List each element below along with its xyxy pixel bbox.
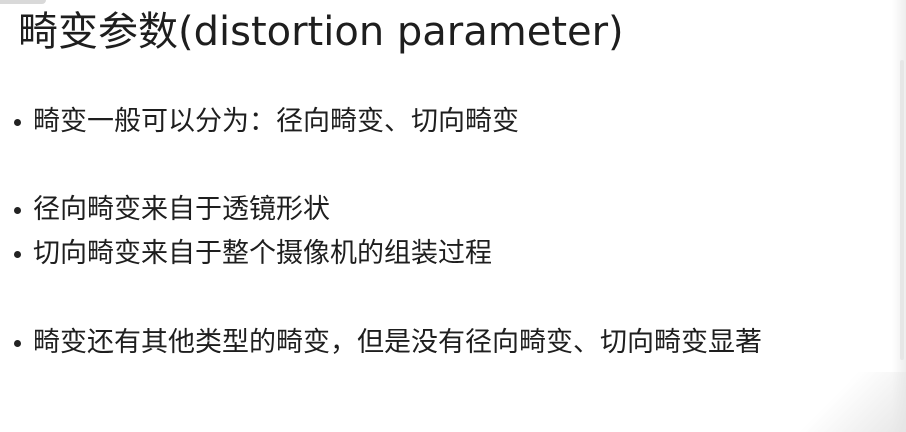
scrollbar-thumb[interactable]	[900, 60, 904, 360]
bullet-dot-icon	[14, 339, 21, 347]
slide-title: 畸变参数(distortion parameter)	[18, 9, 624, 55]
bullet-dot-icon	[14, 118, 21, 126]
bullet-item-1: 畸变一般可以分为：径向畸变、切向畸变	[14, 104, 519, 140]
bullet-text-4: 畸变还有其他类型的畸变，但是没有径向畸变、切向畸变显著	[33, 327, 762, 358]
corner-shadow	[786, 372, 906, 432]
scrollbar[interactable]	[892, 0, 906, 432]
bullet-text-3: 切向畸变来自于整个摄像机的组装过程	[33, 238, 492, 269]
bullet-dot-icon	[14, 206, 21, 214]
bullet-item-2: 径向畸变来自于透镜形状	[14, 192, 330, 228]
bullet-text-1: 畸变一般可以分为：径向畸变、切向畸变	[33, 106, 519, 137]
bullet-text-2: 径向畸变来自于透镜形状	[33, 194, 330, 225]
bullet-item-3: 切向畸变来自于整个摄像机的组装过程	[14, 236, 492, 272]
bullet-item-4: 畸变还有其他类型的畸变，但是没有径向畸变、切向畸变显著	[14, 325, 762, 361]
slide: 畸变参数(distortion parameter) 畸变一般可以分为：径向畸变…	[0, 0, 906, 432]
bullet-dot-icon	[14, 250, 21, 258]
